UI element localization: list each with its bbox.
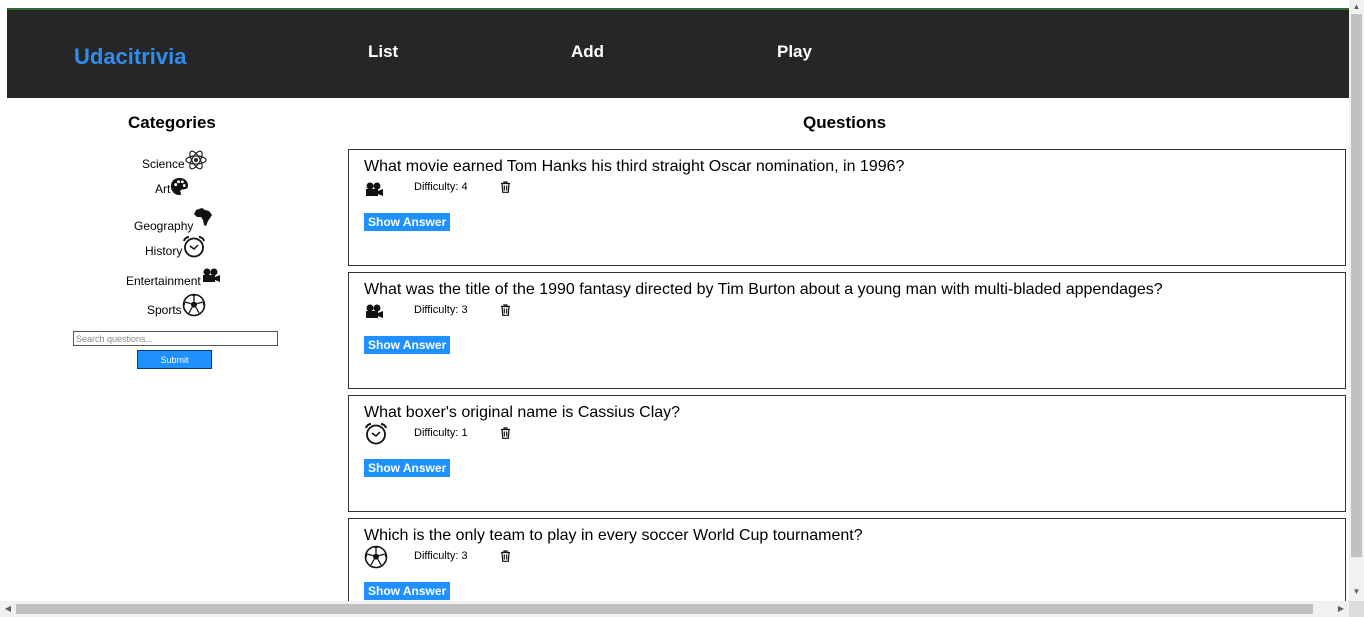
- category-entertainment[interactable]: Entertainment: [126, 268, 221, 288]
- scroll-right-arrow-icon[interactable]: ▶: [1333, 601, 1349, 617]
- difficulty-label: Difficulty: 4: [414, 181, 468, 193]
- category-science[interactable]: Science: [142, 149, 207, 171]
- question-text: What was the title of the 1990 fantasy d…: [364, 281, 1163, 298]
- soccer-ball-icon: [364, 545, 388, 569]
- difficulty-label: Difficulty: 3: [414, 550, 468, 562]
- scroll-up-arrow-icon[interactable]: ▲: [1349, 0, 1364, 14]
- trash-icon[interactable]: [500, 550, 511, 562]
- category-geography[interactable]: Geography: [134, 207, 213, 233]
- horizontal-scroll-thumb[interactable]: [16, 604, 1313, 614]
- difficulty-label: Difficulty: 1: [414, 427, 468, 439]
- show-answer-button[interactable]: Show Answer: [364, 213, 451, 231]
- category-sports[interactable]: Sports: [147, 293, 206, 317]
- submit-button[interactable]: Submit: [137, 350, 212, 369]
- categories-heading: Categories: [128, 113, 216, 132]
- trash-icon[interactable]: [500, 304, 511, 316]
- scroll-left-arrow-icon[interactable]: ◀: [0, 601, 16, 617]
- alarm-clock-icon: [183, 236, 206, 258]
- category-label: History: [145, 244, 183, 258]
- question-card: Which is the only team to play in every …: [348, 518, 1346, 601]
- search-input[interactable]: [73, 331, 278, 346]
- horizontal-scrollbar[interactable]: ◀ ▶: [0, 601, 1349, 617]
- alarm-clock-icon: [365, 423, 387, 445]
- content-area: Categories Science Art Geography History…: [0, 0, 1349, 601]
- vertical-scroll-thumb[interactable]: [1351, 14, 1362, 557]
- show-answer-button[interactable]: Show Answer: [364, 336, 451, 354]
- question-card: What was the title of the 1990 fantasy d…: [348, 272, 1346, 389]
- category-label: Art: [155, 182, 171, 196]
- question-text: What boxer's original name is Cassius Cl…: [364, 404, 681, 421]
- question-text: Which is the only team to play in every …: [364, 527, 863, 544]
- film-camera-icon: [366, 182, 383, 196]
- atom-icon: [185, 150, 207, 170]
- scroll-down-arrow-icon[interactable]: ▼: [1349, 585, 1364, 599]
- category-label: Entertainment: [126, 274, 201, 288]
- question-card: What boxer's original name is Cassius Cl…: [348, 395, 1346, 512]
- category-label: Science: [142, 157, 185, 171]
- vertical-scrollbar[interactable]: ▲ ▼: [1349, 0, 1364, 601]
- category-history[interactable]: History: [145, 235, 206, 258]
- show-answer-button[interactable]: Show Answer: [364, 582, 451, 600]
- question-card: What movie earned Tom Hanks his third st…: [348, 149, 1346, 266]
- show-answer-button[interactable]: Show Answer: [364, 459, 451, 477]
- film-camera-icon: [202, 268, 220, 282]
- film-camera-icon: [366, 304, 383, 318]
- palette-icon: [171, 177, 189, 196]
- soccer-ball-icon: [182, 293, 205, 317]
- category-art[interactable]: Art: [155, 177, 189, 196]
- africa-icon: [194, 208, 213, 226]
- difficulty-label: Difficulty: 3: [414, 304, 468, 316]
- category-label: Sports: [147, 303, 182, 317]
- scrollbar-corner: [1349, 601, 1364, 617]
- question-text: What movie earned Tom Hanks his third st…: [364, 158, 905, 175]
- trash-icon[interactable]: [500, 427, 511, 439]
- category-label: Geography: [134, 219, 194, 233]
- trash-icon[interactable]: [500, 181, 511, 193]
- questions-heading: Questions: [803, 113, 887, 132]
